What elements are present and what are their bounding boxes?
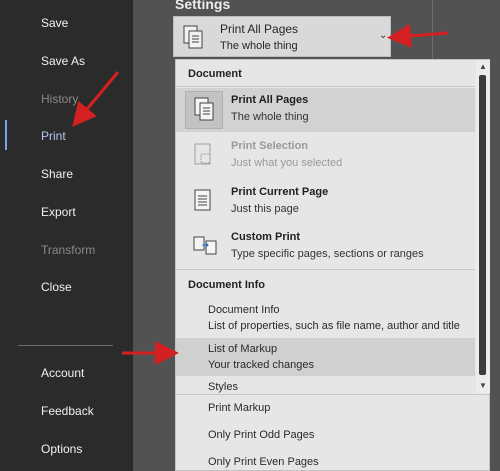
arrow-to-dropdown: [387, 23, 449, 48]
annotation-arrows: [72, 23, 449, 365]
arrow-to-print: [72, 71, 120, 127]
